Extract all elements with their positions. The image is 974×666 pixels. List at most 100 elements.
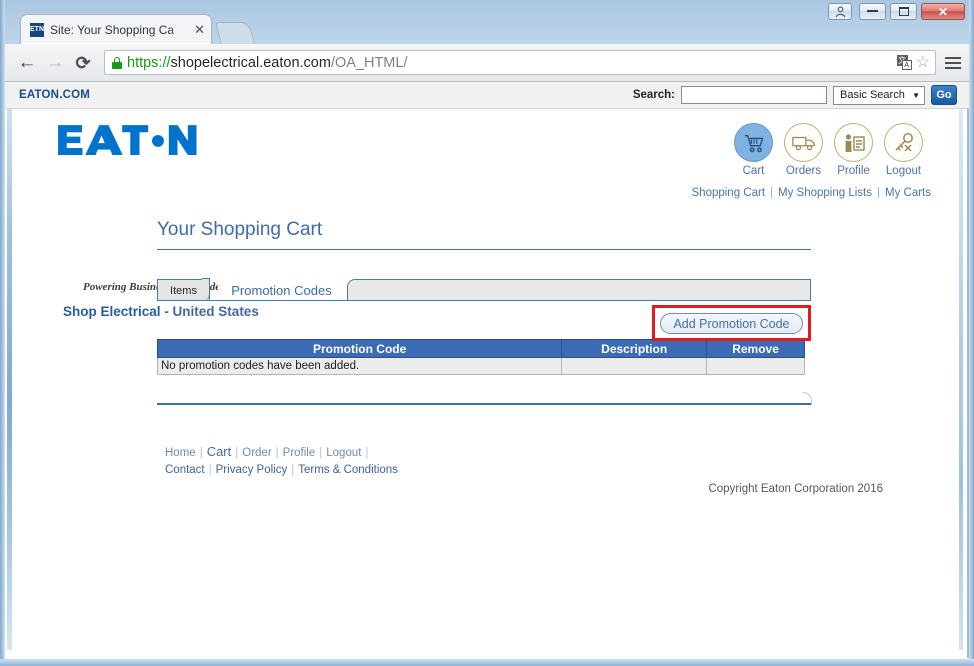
browser-tab-title: Site: Your Shopping Ca bbox=[50, 22, 175, 37]
nav-label-logout: Logout bbox=[885, 165, 922, 177]
window-edge-bottom bbox=[0, 659, 974, 666]
search-input[interactable] bbox=[681, 86, 827, 104]
site-favicon: ETN bbox=[30, 22, 44, 37]
nav-label-cart: Cart bbox=[742, 165, 765, 177]
column-header-promotion-code: Promotion Code bbox=[156, 339, 563, 358]
search-label: Search: bbox=[632, 89, 675, 101]
search-type-dropdown[interactable]: Basic Search ▼ bbox=[833, 85, 925, 105]
chevron-down-icon: ▼ bbox=[912, 90, 920, 100]
close-icon: ✕ bbox=[937, 4, 949, 19]
footer-separator: | bbox=[208, 463, 212, 476]
column-header-remove: Remove bbox=[706, 339, 805, 358]
tab-items[interactable]: Items bbox=[157, 278, 210, 301]
nav-item-profile[interactable]: Profile bbox=[832, 123, 875, 177]
cell-description bbox=[561, 357, 708, 375]
footer-links: Home | Cart | Order | Profile | Logout | Contact |… bbox=[165, 443, 969, 479]
nav-item-cart[interactable]: Cart bbox=[732, 123, 775, 177]
footer-link-order[interactable]: Order bbox=[242, 447, 271, 459]
maximize-icon bbox=[898, 7, 909, 16]
lock-icon bbox=[112, 56, 122, 69]
footer-link-logout[interactable]: Logout bbox=[326, 447, 361, 459]
table-header-row: Promotion Code Description Remove bbox=[156, 339, 805, 358]
nav-item-logout[interactable]: Logout bbox=[882, 123, 925, 177]
tab-promotion-codes[interactable]: Promotion Codes bbox=[218, 279, 345, 301]
promotion-codes-table: Promotion Code Description Remove No pro… bbox=[156, 339, 805, 375]
add-promotion-code-button[interactable]: Add Promotion Code bbox=[660, 313, 803, 334]
page-footer: Home | Cart | Order | Profile | Logout | Contact |… bbox=[5, 443, 969, 495]
translate-icon[interactable]: 文 A bbox=[896, 55, 912, 70]
tabbar-filler bbox=[347, 279, 811, 301]
nav-label-orders: Orders bbox=[785, 165, 822, 177]
tab-close-icon[interactable]: ✕ bbox=[194, 23, 205, 36]
forward-icon[interactable]: → bbox=[41, 53, 69, 72]
browser-tab[interactable]: ETN Site: Your Shopping Ca ✕ bbox=[20, 14, 212, 44]
cell-remove bbox=[706, 357, 805, 375]
link-separator: | bbox=[877, 187, 880, 199]
footer-link-terms-conditions[interactable]: Terms & Conditions bbox=[298, 464, 398, 476]
os-window-frame: ✕ ETN Site: Your Shopping Ca ✕ ← → ⟳ htt… bbox=[0, 0, 974, 666]
browser-toolbar: ← → ⟳ https://shopelectrical.eaton.com/O… bbox=[5, 44, 969, 82]
search-type-value: Basic Search bbox=[840, 89, 905, 101]
minimize-button[interactable] bbox=[859, 3, 886, 20]
footer-separator: | bbox=[275, 446, 279, 459]
page-viewport: EATON.COM Search: Basic Search ▼ Go Powe… bbox=[5, 82, 969, 659]
new-tab-button[interactable] bbox=[215, 22, 255, 44]
main-content: Your Shopping Cart Items Promotion Codes… bbox=[5, 205, 969, 405]
footer-link-cart[interactable]: Cart bbox=[207, 444, 232, 459]
icon-nav: Cart Orders Profile Logout bbox=[732, 123, 925, 177]
eaton-logo[interactable] bbox=[57, 123, 197, 161]
nav-item-orders[interactable]: Orders bbox=[782, 123, 825, 177]
tab-promotion-codes-label: Promotion Codes bbox=[231, 282, 332, 298]
link-shopping-cart[interactable]: Shopping Cart bbox=[692, 187, 766, 199]
window-edge-right bbox=[969, 0, 974, 666]
breadcrumb-links: Shopping Cart | My Shopping Lists | My Carts bbox=[692, 187, 932, 199]
chrome-menu-icon[interactable] bbox=[945, 56, 961, 69]
url-host: shopelectrical.eaton.com bbox=[170, 54, 331, 71]
link-my-carts[interactable]: My Carts bbox=[885, 187, 931, 199]
footer-link-privacy-policy[interactable]: Privacy Policy bbox=[216, 464, 288, 476]
table-row: No promotion codes have been added. bbox=[156, 357, 805, 375]
page-title-rule bbox=[157, 249, 811, 250]
footer-link-profile[interactable]: Profile bbox=[283, 447, 316, 459]
key-logout-icon bbox=[884, 123, 923, 162]
shopping-cart-icon bbox=[734, 123, 773, 162]
url-path: /OA_HTML/ bbox=[330, 54, 408, 71]
footer-row-2: Contact | Privacy Policy | Terms & Condition… bbox=[165, 462, 969, 479]
close-window-button[interactable]: ✕ bbox=[921, 3, 965, 20]
tab-items-label: Items bbox=[170, 284, 197, 297]
footer-separator: | bbox=[199, 446, 203, 459]
address-bar[interactable]: https://shopelectrical.eaton.com/OA_HTML… bbox=[104, 50, 936, 75]
maximize-button[interactable] bbox=[890, 3, 917, 20]
url-text: https://shopelectrical.eaton.com/OA_HTML… bbox=[127, 55, 893, 71]
eaton-wordmark-icon bbox=[58, 125, 197, 156]
brand-header: Powering Business Worldwide Shop Electri… bbox=[5, 109, 969, 319]
footer-row-1: Home | Cart | Order | Profile | Logout | bbox=[165, 443, 969, 462]
column-header-description: Description bbox=[561, 339, 708, 358]
url-scheme: https:// bbox=[127, 54, 171, 71]
search-go-button[interactable]: Go bbox=[931, 85, 957, 105]
page-body: Powering Business Worldwide Shop Electri… bbox=[5, 109, 969, 658]
promo-action-row: Add Promotion Code bbox=[157, 301, 811, 341]
cell-promotion-code: No promotion codes have been added. bbox=[156, 357, 563, 375]
link-my-shopping-lists[interactable]: My Shopping Lists bbox=[778, 187, 872, 199]
content-bottom-rule bbox=[157, 391, 812, 405]
page-curl-icon bbox=[803, 391, 812, 405]
nav-label-profile: Profile bbox=[837, 165, 870, 177]
delivery-truck-icon bbox=[784, 123, 823, 162]
eaton-com-link[interactable]: EATON.COM bbox=[19, 89, 90, 101]
minimize-icon bbox=[867, 9, 878, 12]
eaton-utility-bar: EATON.COM Search: Basic Search ▼ Go bbox=[5, 82, 969, 109]
search-area: Search: Basic Search ▼ Go bbox=[633, 85, 957, 105]
user-account-button[interactable] bbox=[828, 3, 852, 20]
reload-icon[interactable]: ⟳ bbox=[69, 54, 97, 72]
person-icon bbox=[835, 6, 845, 17]
footer-link-contact[interactable]: Contact bbox=[165, 464, 205, 476]
footer-separator: | bbox=[235, 446, 239, 459]
footer-separator: | bbox=[365, 446, 369, 459]
footer-link-home[interactable]: Home bbox=[165, 447, 196, 459]
page-title: Your Shopping Cart bbox=[157, 219, 323, 240]
content-tabbar: Items Promotion Codes bbox=[157, 278, 811, 301]
link-separator: | bbox=[770, 187, 774, 199]
back-icon[interactable]: ← bbox=[13, 53, 41, 72]
bookmark-star-icon[interactable]: ☆ bbox=[916, 54, 930, 71]
